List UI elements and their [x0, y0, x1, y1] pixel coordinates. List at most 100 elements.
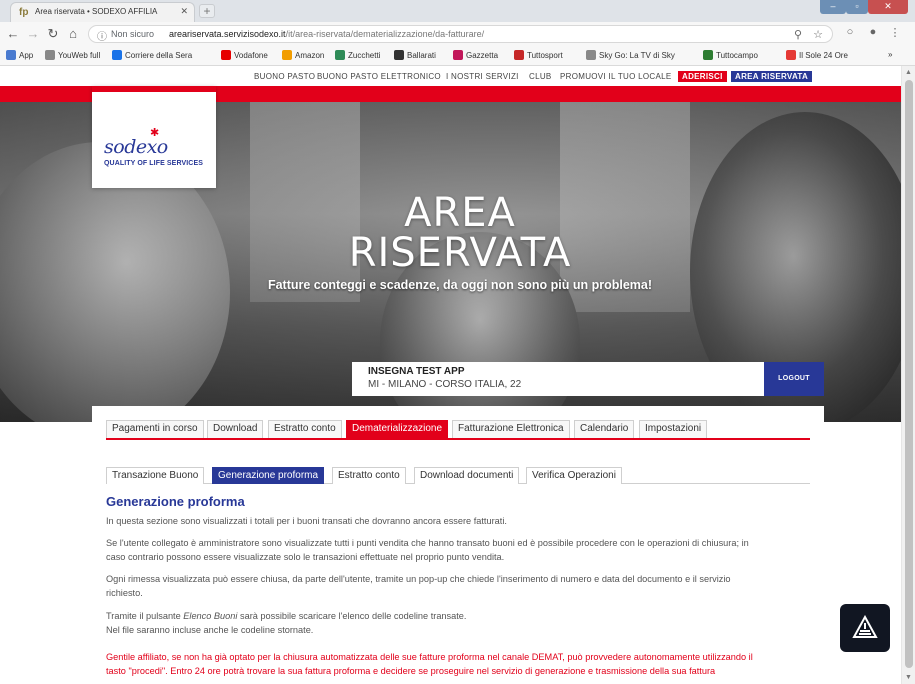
- bookmarks-bar: App YouWeb full Corriere della Sera Vodafon…: [0, 46, 915, 66]
- ballarati-icon: [394, 50, 404, 60]
- paragraph-admin-line1: Se l'utente collegato è amministratore s…: [106, 538, 749, 548]
- scroll-down-arrow-icon[interactable]: ▼: [905, 674, 912, 681]
- bookmark-item[interactable]: Il Sole 24 Ore: [786, 50, 848, 60]
- bookmark-label: Tuttosport: [527, 51, 563, 60]
- paragraph-notice-line1: Gentile affiliato, se non ha già optato …: [106, 652, 753, 662]
- section-title: Generazione proforma: [106, 494, 245, 509]
- browser-tab-bar: fp Area riservata • SODEXO AFFILIA ✕ + –…: [0, 0, 915, 22]
- paragraph-admin: Se l'utente collegato è amministratore s…: [106, 536, 812, 564]
- hero-title-line2: RISERVATA: [348, 230, 572, 276]
- bookmark-item[interactable]: Corriere della Sera: [112, 50, 192, 60]
- paragraph-rimessa: Ogni rimessa visualizzata può essere chi…: [106, 572, 812, 600]
- floating-app-button[interactable]: [840, 604, 890, 652]
- aderisci-button[interactable]: ADERISCI: [678, 71, 727, 82]
- bookmark-label: App: [19, 51, 34, 60]
- floating-logo-icon: [852, 615, 878, 638]
- bookmark-item[interactable]: Tuttocampo: [703, 50, 758, 60]
- tab-calendario[interactable]: Calendario: [574, 420, 635, 438]
- bookmark-item[interactable]: Vodafone: [221, 50, 268, 60]
- sodexo-logo[interactable]: ✱ sodexo QUALITY OF LIFE SERVICES: [92, 86, 216, 188]
- sole24-icon: [786, 50, 796, 60]
- web-page: BUONO PASTO BUONO PASTO ELETTRONICO I NO…: [0, 66, 915, 684]
- close-tab-icon[interactable]: ✕: [180, 6, 188, 17]
- tab-title: Area riservata • SODEXO AFFILIA: [35, 7, 158, 16]
- url-path: /it/area-riservata/dematerializzazione/d…: [285, 29, 485, 39]
- page-scrollbar[interactable]: ▲ ▼: [901, 66, 915, 684]
- shop-address: MI - MILANO - CORSO ITALIA, 22: [368, 379, 522, 390]
- new-tab-button[interactable]: +: [199, 4, 215, 18]
- menu-kebab-icon[interactable]: ⋮: [888, 26, 902, 39]
- bookmark-item[interactable]: Sky Go: La TV di Sky: [586, 50, 675, 60]
- browser-tab[interactable]: fp Area riservata • SODEXO AFFILIA ✕: [10, 2, 195, 22]
- bookmark-label: Vodafone: [234, 51, 268, 60]
- nav-nostri-servizi[interactable]: I NOSTRI SERVIZI: [446, 72, 519, 81]
- window-close-button[interactable]: ✕: [868, 0, 908, 14]
- zoom-icon[interactable]: ⚲: [791, 28, 805, 41]
- logout-button[interactable]: LOGOUT: [764, 362, 824, 396]
- tab-estratto-conto[interactable]: Estratto conto: [268, 420, 342, 438]
- logo-tagline: QUALITY OF LIFE SERVICES: [104, 160, 203, 167]
- vodafone-icon: [221, 50, 231, 60]
- window-minimize-button[interactable]: –: [820, 0, 846, 14]
- nav-buono-pasto-elettronico[interactable]: BUONO PASTO ELETTRONICO: [317, 72, 441, 81]
- bookmark-item[interactable]: Gazzetta: [453, 50, 498, 60]
- bookmark-item[interactable]: Zucchetti: [335, 50, 380, 60]
- elenco-buoni-emphasis: Elenco Buoni: [183, 611, 238, 621]
- bookmark-label: Sky Go: La TV di Sky: [599, 51, 675, 60]
- reload-icon[interactable]: ↻: [46, 26, 60, 42]
- bookmark-label: Il Sole 24 Ore: [799, 51, 848, 60]
- shop-name: INSEGNA TEST APP: [368, 366, 465, 377]
- back-arrow-icon[interactable]: ←: [6, 26, 20, 42]
- nav-promuovi[interactable]: PROMUOVI IL TUO LOCALE: [560, 72, 672, 81]
- subtab-generazione-proforma[interactable]: Generazione proforma: [212, 467, 325, 484]
- bookmark-star-icon[interactable]: ☆: [811, 28, 825, 41]
- tuttosport-icon: [514, 50, 524, 60]
- profile-icon[interactable]: ●: [866, 26, 880, 38]
- tab-fatturazione-elettronica[interactable]: Fatturazione Elettronica: [452, 420, 570, 438]
- bookmark-item[interactable]: YouWeb full: [45, 50, 100, 60]
- area-riservata-button[interactable]: AREA RISERVATA: [731, 71, 813, 82]
- extension-icon[interactable]: ○: [843, 26, 857, 38]
- paragraph-elenco-line2: Nel file saranno incluse anche le codeli…: [106, 625, 314, 635]
- tab-dematerializzazione[interactable]: Dematerializzazione: [346, 420, 449, 438]
- bookmark-label: Amazon: [295, 51, 325, 60]
- paragraph-rimessa-line1: Ogni rimessa visualizzata può essere chi…: [106, 574, 731, 584]
- subtab-estratto-conto[interactable]: Estratto conto: [332, 467, 406, 484]
- info-icon[interactable]: ⓘ: [97, 28, 107, 43]
- nav-club[interactable]: CLUB: [529, 72, 552, 81]
- url-text: areariservata.servizisodexo.it/it/area-r…: [169, 29, 484, 39]
- site-favicon-icon: fp: [19, 7, 29, 18]
- subtab-verifica-operazioni[interactable]: Verifica Operazioni: [526, 467, 622, 484]
- gazzetta-icon: [453, 50, 463, 60]
- bookmark-item[interactable]: Amazon: [282, 50, 324, 60]
- subtab-transazione-buono[interactable]: Transazione Buono: [106, 467, 205, 484]
- bookmark-label: Gazzetta: [466, 51, 499, 60]
- address-bar[interactable]: ⓘ Non sicuro areariservata.servizisodexo…: [88, 25, 833, 43]
- home-icon[interactable]: ⌂: [66, 26, 80, 42]
- paragraph-elenco-buoni: Tramite il pulsante Elenco Buoni sarà po…: [106, 609, 812, 637]
- bookmark-item[interactable]: Ballarati: [394, 50, 436, 60]
- subtab-download-documenti[interactable]: Download documenti: [414, 467, 520, 484]
- main-tabs: Pagamenti in corso Download Estratto con…: [106, 418, 810, 440]
- browser-toolbar: ← → ↻ ⌂ ⓘ Non sicuro areariservata.servi…: [0, 22, 915, 46]
- tab-impostazioni[interactable]: Impostazioni: [639, 420, 708, 438]
- paragraph-rimessa-line2: richiesto.: [106, 588, 143, 598]
- amazon-icon: [282, 50, 292, 60]
- elenco-post: sarà possibile scaricare l'elenco delle …: [237, 611, 467, 621]
- window-maximize-button[interactable]: ▫: [846, 0, 868, 14]
- paragraph-notice-line2: tasto "procedi". Entro 24 ore potrà trov…: [106, 666, 716, 676]
- forward-arrow-icon[interactable]: →: [26, 26, 40, 42]
- shop-info-box: INSEGNA TEST APP MI - MILANO - CORSO ITA…: [352, 362, 764, 396]
- site-top-nav: BUONO PASTO BUONO PASTO ELETTRONICO I NO…: [0, 66, 901, 86]
- bookmarks-overflow-icon[interactable]: »: [888, 50, 892, 59]
- bookmark-item[interactable]: Tuttosport: [514, 50, 563, 60]
- tab-download[interactable]: Download: [207, 420, 264, 438]
- bookmark-item[interactable]: App: [6, 50, 33, 60]
- nav-buono-pasto[interactable]: BUONO PASTO: [254, 72, 315, 81]
- scrollbar-thumb[interactable]: [905, 80, 913, 668]
- paragraph-elenco-line1: Tramite il pulsante Elenco Buoni sarà po…: [106, 609, 812, 623]
- tab-pagamenti-in-corso[interactable]: Pagamenti in corso: [106, 420, 204, 438]
- scroll-up-arrow-icon[interactable]: ▲: [905, 69, 912, 76]
- hero-subtitle: Fatture conteggi e scadenze, da oggi non…: [267, 278, 653, 292]
- url-host: areariservata.servizisodexo.it: [169, 29, 286, 39]
